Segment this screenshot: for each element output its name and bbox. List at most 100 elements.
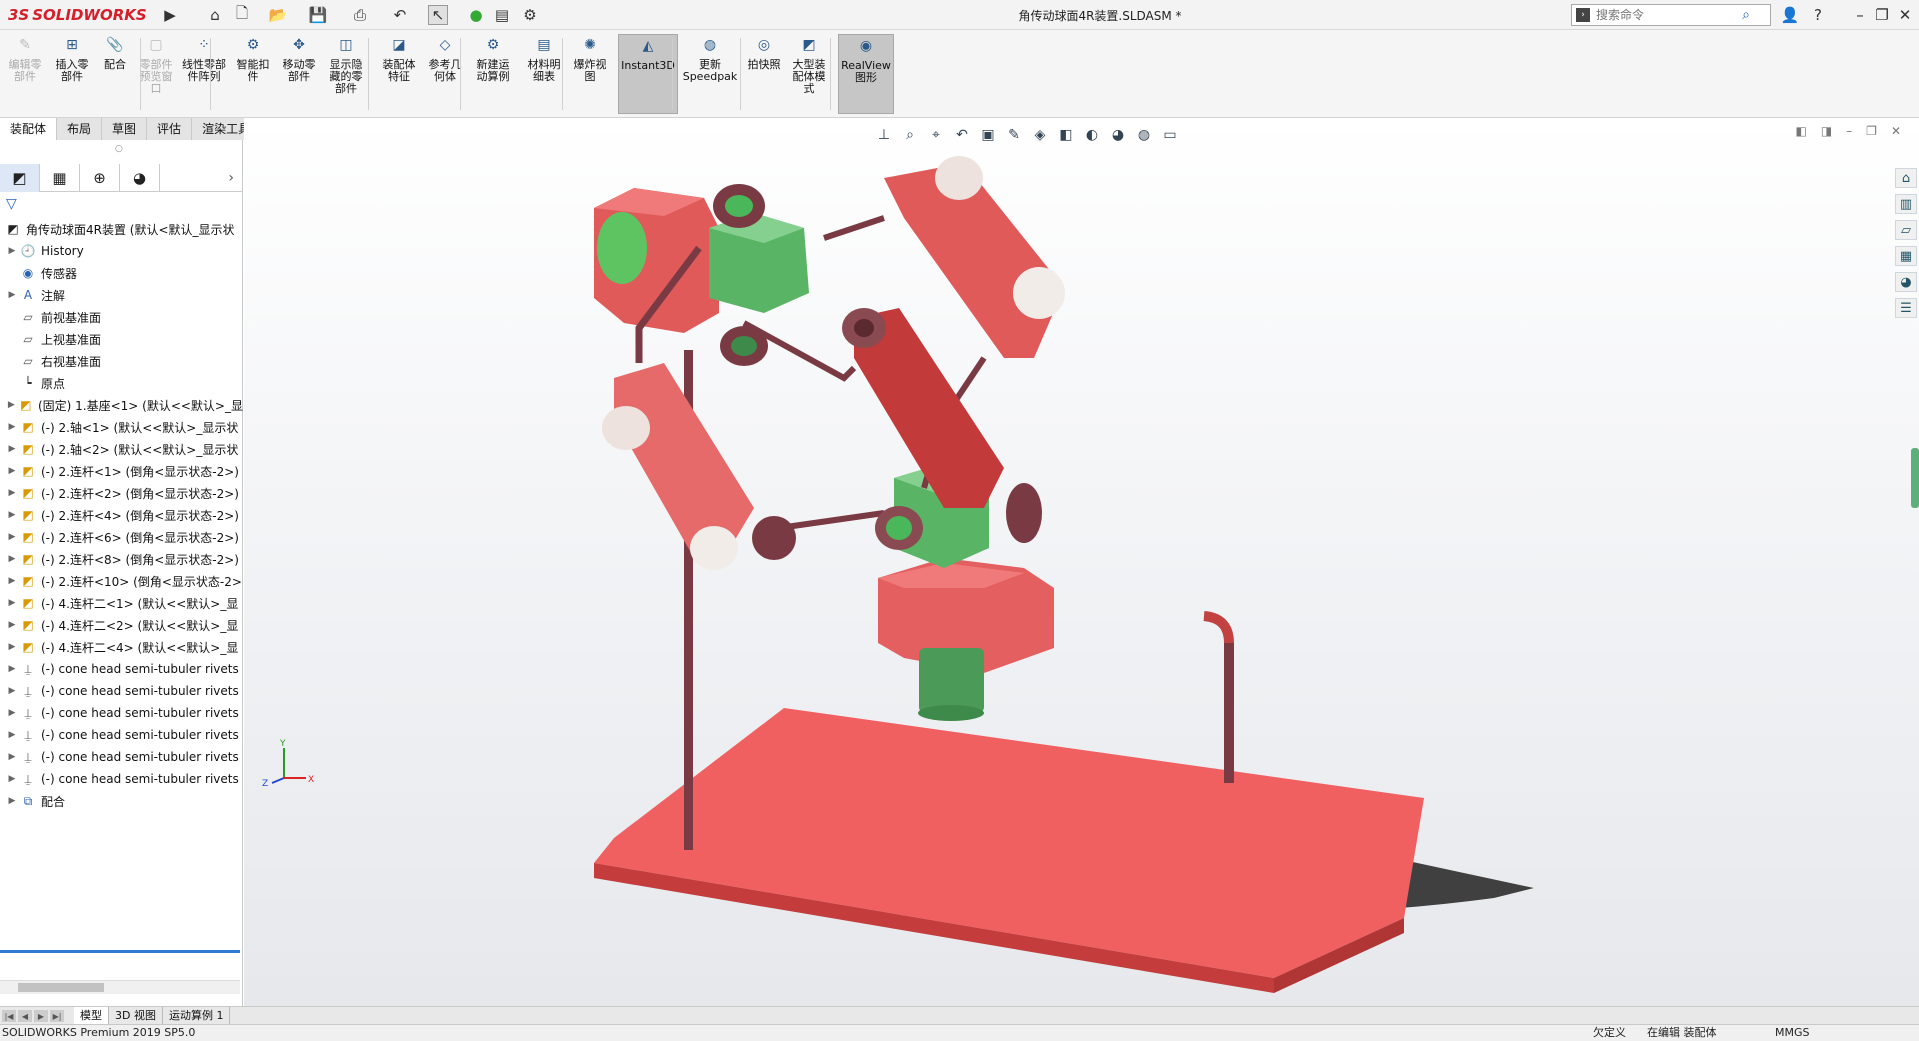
- cmd-linear-pattern-button[interactable]: ⁘ 线性零部 件阵列: [178, 34, 230, 114]
- expand-arrow-icon[interactable]: ▶: [5, 730, 19, 740]
- tree-item[interactable]: ▶ ◩ (-) 2.轴<2> (默认<<默认>_显示状: [0, 438, 243, 460]
- assembly-model-view[interactable]: Y X Z: [244, 118, 1919, 1006]
- feature-manager-tab-icon[interactable]: ◩: [0, 164, 40, 192]
- cmd-mate-button[interactable]: 📎 配合: [97, 34, 133, 114]
- restore-icon[interactable]: ❐: [1872, 5, 1892, 25]
- expand-arrow-icon[interactable]: ▶: [5, 290, 19, 300]
- expand-arrow-icon[interactable]: ▶: [5, 752, 19, 762]
- search-icon[interactable]: ⌕: [1742, 7, 1750, 23]
- model-tab[interactable]: 运动算例 1: [163, 1007, 231, 1025]
- graphics-area[interactable]: Y X Z ⊥ ⌕ ⌖ ↶ ▣ ✎ ◈ ◧ ◐ ◕ ◍ ▭ ◧ ◨ – ❐ ✕: [244, 118, 1919, 1006]
- tree-item[interactable]: ◉ 传感器: [0, 262, 243, 284]
- cmd-smart-fastener-button[interactable]: ⚙ 智能扣件: [232, 34, 274, 114]
- appearances-icon[interactable]: ◕: [1895, 272, 1917, 292]
- tree-item[interactable]: ▶ ⍊ (-) cone head semi-tubuler rivets: [0, 658, 243, 680]
- view-orientation-icon[interactable]: ⊥: [874, 125, 894, 145]
- minimize-icon[interactable]: –: [1850, 5, 1870, 25]
- undo-icon[interactable]: ↶: [390, 5, 410, 25]
- tree-item[interactable]: ▶ ◩ (-) 4.连杆二<2> (默认<<默认>_显: [0, 614, 243, 636]
- scrollbar-thumb[interactable]: [18, 983, 104, 992]
- tree-item[interactable]: ▶ ⍊ (-) cone head semi-tubuler rivets: [0, 746, 243, 768]
- filter-icon[interactable]: ▽: [6, 196, 17, 212]
- tree-root[interactable]: ◩ 角传动球面4R装置 (默认<默认_显示状: [0, 218, 243, 240]
- viewport-restore-icon[interactable]: ❐: [1866, 124, 1877, 138]
- cmd-assembly-feature-button[interactable]: ◪ 装配体 特征: [378, 34, 420, 114]
- apply-scene-icon[interactable]: ◍: [1134, 125, 1154, 145]
- expand-arrow-icon[interactable]: ▶: [5, 642, 19, 652]
- viewport-left-icon[interactable]: ◧: [1795, 124, 1806, 138]
- expand-arrow-icon[interactable]: ▶: [5, 796, 19, 806]
- user-icon[interactable]: 👤: [1780, 5, 1800, 25]
- expand-arrow-icon[interactable]: ▶: [5, 532, 19, 542]
- close-icon[interactable]: ✕: [1895, 5, 1915, 25]
- edit-appearance-icon[interactable]: ◕: [1108, 125, 1128, 145]
- first-tab-icon[interactable]: |◀: [2, 1010, 16, 1022]
- expand-arrow-icon[interactable]: ▶: [5, 686, 19, 696]
- expand-arrow-icon[interactable]: ▶: [5, 576, 19, 586]
- cmd-large-assembly-button[interactable]: ◩ 大型装 配体模式: [786, 34, 832, 114]
- tree-item[interactable]: ▶ 🕘 History: [0, 240, 243, 262]
- expand-arrow-icon[interactable]: ▶: [5, 774, 19, 784]
- tree-rollback-bar[interactable]: [0, 950, 240, 953]
- expand-arrow-icon[interactable]: ▶: [5, 466, 19, 476]
- expand-arrow-icon[interactable]: ▶: [5, 400, 18, 410]
- property-manager-tab-icon[interactable]: ▦: [40, 164, 80, 192]
- zoom-to-area-icon[interactable]: ⌖: [926, 125, 946, 145]
- tree-item[interactable]: ▶ ◩ (-) 4.连杆二<1> (默认<<默认>_显: [0, 592, 243, 614]
- command-tab[interactable]: 草图: [102, 118, 148, 140]
- tree-item[interactable]: ▶ ◩ (-) 2.连杆<4> (倒角<显示状态-2>): [0, 504, 243, 526]
- tree-item[interactable]: ▶ ◩ (-) 2.连杆<8> (倒角<显示状态-2>): [0, 548, 243, 570]
- cmd-edit-component-button[interactable]: ✎ 编辑零 部件: [4, 34, 46, 114]
- horizontal-scrollbar[interactable]: [0, 980, 240, 994]
- custom-properties-icon[interactable]: ☰: [1895, 298, 1917, 318]
- cmd-exploded-view-button[interactable]: ✺ 爆炸视图: [570, 34, 610, 114]
- search-commands[interactable]: › ⌕: [1571, 4, 1771, 26]
- tree-item[interactable]: ▶ ◩ (-) 2.连杆<6> (倒角<显示状态-2>): [0, 526, 243, 548]
- tree-item[interactable]: ▶ ◩ (-) 2.连杆<2> (倒角<显示状态-2>): [0, 482, 243, 504]
- expand-arrow-icon[interactable]: ▶: [5, 422, 19, 432]
- model-tab[interactable]: 3D 视图: [109, 1007, 163, 1025]
- status-units[interactable]: MMGS: [1775, 1025, 1810, 1041]
- expand-menu-icon[interactable]: ▶: [160, 5, 180, 25]
- expand-arrow-icon[interactable]: ▶: [5, 246, 19, 256]
- tree-item[interactable]: ▶ ◩ (-) 2.轴<1> (默认<<默认>_显示状: [0, 416, 243, 438]
- open-file-icon[interactable]: 📂: [268, 5, 288, 25]
- tree-item[interactable]: ┕ 原点: [0, 372, 243, 394]
- tree-item[interactable]: ▶ ⍊ (-) cone head semi-tubuler rivets: [0, 768, 243, 790]
- cmd-realview-button[interactable]: ◉ RealView 图形: [838, 34, 894, 114]
- print-icon[interactable]: ⎙: [350, 5, 370, 25]
- file-explorer-icon[interactable]: ▱: [1895, 220, 1917, 240]
- viewport-minimize-icon[interactable]: –: [1846, 124, 1852, 138]
- file-properties-icon[interactable]: ▤: [492, 5, 512, 25]
- search-input[interactable]: [1596, 8, 1736, 22]
- cmd-component-preview-button[interactable]: ▢ 零部件 预览窗口: [136, 34, 176, 114]
- cmd-bom-button[interactable]: ▤ 材料明 细表: [522, 34, 566, 114]
- view-settings-icon[interactable]: ▭: [1160, 125, 1180, 145]
- expand-arrow-icon[interactable]: ▶: [5, 444, 19, 454]
- tree-item[interactable]: ▱ 前视基准面: [0, 306, 243, 328]
- hide-show-icon[interactable]: ◐: [1082, 125, 1102, 145]
- cmd-new-motion-study-button[interactable]: ⚙ 新建运 动算例: [470, 34, 516, 114]
- chevron-right-icon[interactable]: ›: [228, 170, 234, 186]
- options-gear-icon[interactable]: ⚙: [520, 5, 540, 25]
- cmd-speedpak-button[interactable]: ◍ 更新 Speedpak: [683, 34, 738, 114]
- last-tab-icon[interactable]: ▶|: [50, 1010, 64, 1022]
- tree-item[interactable]: ▶ ◩ (固定) 1.基座<1> (默认<<默认>_显: [0, 394, 243, 416]
- tree-item[interactable]: ▶ ◩ (-) 4.连杆二<4> (默认<<默认>_显: [0, 636, 243, 658]
- expand-arrow-icon[interactable]: ▶: [5, 488, 19, 498]
- tree-item[interactable]: ▶ A 注解: [0, 284, 243, 306]
- expand-arrow-icon[interactable]: ▶: [5, 598, 19, 608]
- section-view-icon[interactable]: ▣: [978, 125, 998, 145]
- viewport-close-icon[interactable]: ✕: [1891, 124, 1901, 138]
- design-library-icon[interactable]: ▥: [1895, 194, 1917, 214]
- dynamic-annotation-icon[interactable]: ✎: [1004, 125, 1024, 145]
- solidworks-logo[interactable]: 3S SOLIDWORKS: [8, 4, 158, 26]
- cmd-move-component-button[interactable]: ✥ 移动零 部件: [278, 34, 320, 114]
- previous-view-icon[interactable]: ↶: [952, 125, 972, 145]
- viewport-right-icon[interactable]: ◨: [1821, 124, 1832, 138]
- solidworks-resources-icon[interactable]: ⌂: [1895, 168, 1917, 188]
- view-cube-icon[interactable]: ◈: [1030, 125, 1050, 145]
- tree-item[interactable]: ▶ ◩ (-) 2.连杆<1> (倒角<显示状态-2>): [0, 460, 243, 482]
- tree-item[interactable]: ▱ 上视基准面: [0, 328, 243, 350]
- zoom-to-fit-icon[interactable]: ⌕: [900, 125, 920, 145]
